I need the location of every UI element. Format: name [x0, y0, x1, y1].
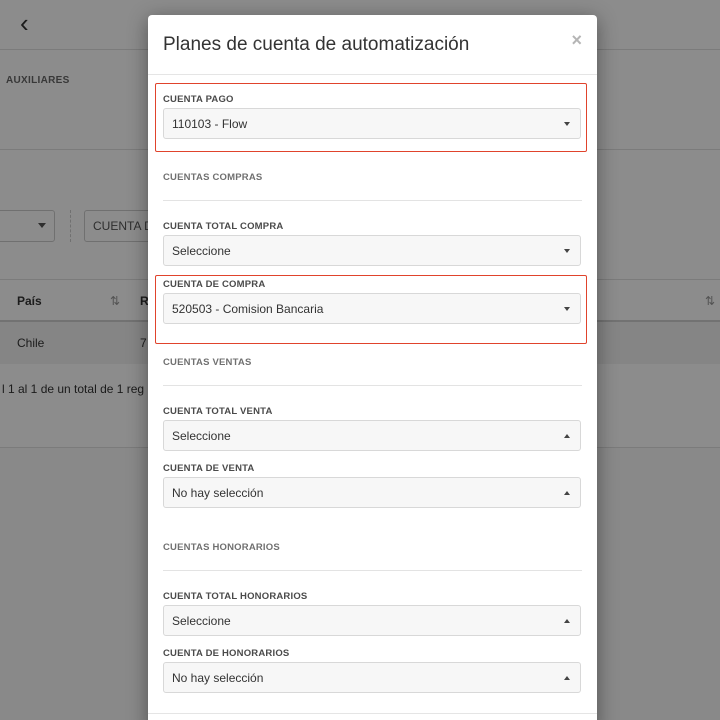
automation-accounts-modal: Planes de cuenta de automatización × CUE…: [148, 15, 597, 720]
select-value: 110103 - Flow: [172, 117, 248, 131]
caret-down-icon: [564, 307, 570, 311]
cuenta-total-venta-label: CUENTA TOTAL VENTA: [163, 406, 273, 417]
select-value: Seleccione: [172, 614, 231, 628]
caret-up-icon: [564, 676, 570, 680]
section-title-honorarios: CUENTAS HONORARIOS: [163, 542, 280, 553]
cuenta-total-compra-select[interactable]: Seleccione: [163, 235, 581, 266]
section-divider: [163, 570, 582, 571]
cuenta-de-honorarios-select[interactable]: No hay selección: [163, 662, 581, 693]
caret-down-icon: [564, 122, 570, 126]
select-value: Seleccione: [172, 429, 231, 443]
caret-up-icon: [564, 491, 570, 495]
cuenta-pago-select[interactable]: 110103 - Flow: [163, 108, 581, 139]
section-divider: [163, 200, 582, 201]
select-value: No hay selección: [172, 486, 264, 500]
cuenta-total-honorarios-label: CUENTA TOTAL HONORARIOS: [163, 591, 308, 602]
cuenta-de-venta-label: CUENTA DE VENTA: [163, 463, 255, 474]
close-icon[interactable]: ×: [571, 30, 582, 51]
cuenta-total-venta-select[interactable]: Seleccione: [163, 420, 581, 451]
cuenta-de-compra-label: CUENTA DE COMPRA: [163, 279, 266, 290]
cuenta-total-honorarios-select[interactable]: Seleccione: [163, 605, 581, 636]
section-divider: [163, 385, 582, 386]
select-value: No hay selección: [172, 671, 264, 685]
caret-down-icon: [564, 249, 570, 253]
cuenta-pago-label: CUENTA PAGO: [163, 94, 234, 105]
modal-title: Planes de cuenta de automatización: [163, 34, 470, 55]
select-value: 520503 - Comision Bancaria: [172, 302, 324, 316]
caret-up-icon: [564, 619, 570, 623]
caret-up-icon: [564, 434, 570, 438]
cuenta-de-venta-select[interactable]: No hay selección: [163, 477, 581, 508]
cuenta-de-compra-select[interactable]: 520503 - Comision Bancaria: [163, 293, 581, 324]
modal-footer-divider: [148, 713, 597, 714]
cuenta-de-honorarios-label: CUENTA DE HONORARIOS: [163, 648, 290, 659]
modal-header: Planes de cuenta de automatización ×: [148, 15, 597, 75]
section-title-compras: CUENTAS COMPRAS: [163, 172, 263, 183]
cuenta-total-compra-label: CUENTA TOTAL COMPRA: [163, 221, 284, 232]
select-value: Seleccione: [172, 244, 231, 258]
section-title-ventas: CUENTAS VENTAS: [163, 357, 252, 368]
